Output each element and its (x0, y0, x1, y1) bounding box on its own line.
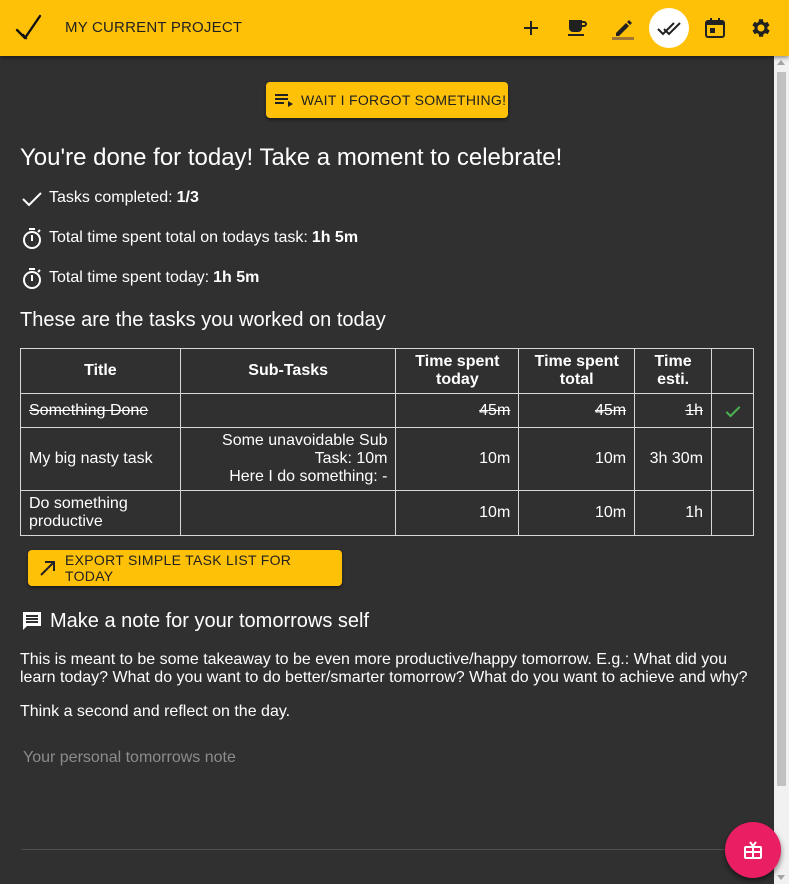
task-subtasks (179, 490, 397, 536)
note-heading-text: Make a note for your tomorrows self (50, 609, 370, 632)
forgot-something-label: WAIT I FORGOT SOMETHING! (301, 92, 507, 108)
task-estimate: 1h (634, 393, 713, 428)
check-icon (725, 405, 740, 417)
scrollbar-thumb[interactable] (777, 72, 786, 786)
table-header-row: Title Sub-Tasks Time spent today Time spe… (20, 348, 754, 394)
table-row: Something Done 45m 45m 1h (20, 393, 754, 428)
export-label: EXPORT SIMPLE TASK LIST FOR TODAY (65, 552, 292, 584)
task-done-cell (711, 427, 754, 491)
done-all-icon (657, 22, 681, 36)
app-logo-icon[interactable] (14, 14, 42, 42)
schedule-button[interactable] (695, 8, 735, 48)
work-view-button[interactable] (603, 8, 643, 48)
task-title: My big nasty task (20, 427, 181, 491)
stat-label: Total time spent today: (49, 269, 210, 286)
scroll-down-arrow-icon[interactable] (777, 875, 785, 880)
stat-value: 1h 5m (311, 229, 359, 246)
task-subtasks: Some unavoidable Sub Task: 10m Here I do… (179, 427, 397, 491)
task-time-today: 45m (395, 393, 520, 428)
settings-button[interactable] (741, 8, 781, 48)
note-description: This is meant to be some takeaway to be … (20, 651, 748, 686)
project-title[interactable]: MY CURRENT PROJECT (65, 19, 242, 36)
timer-icon (23, 268, 41, 289)
table-row: Do something productive 10m 10m 1h (20, 490, 754, 536)
tasks-heading: These are the tasks you worked on today (20, 309, 386, 331)
stat-label: Total time spent total on todays task: (49, 229, 308, 246)
stat-label: Tasks completed: (49, 189, 173, 206)
playlist-add-icon (275, 94, 293, 107)
task-subtasks (179, 393, 397, 428)
fab-gift-button[interactable] (725, 822, 781, 878)
tasks-table: Title Sub-Tasks Time spent today Time spe… (20, 348, 754, 536)
plus-icon (524, 21, 538, 35)
column-header-subtasks: Sub-Tasks (179, 348, 397, 394)
stat-value: 1h 5m (213, 269, 260, 286)
task-time-today: 10m (395, 490, 520, 536)
task-time-total: 10m (518, 490, 636, 536)
take-break-button[interactable] (557, 8, 597, 48)
task-title: Something Done (20, 393, 181, 428)
stat-tasks-completed: Tasks completed: 1/3 (20, 186, 199, 210)
top-toolbar: MY CURRENT PROJECT (0, 0, 789, 56)
note-reflect-text: Think a second and reflect on the day. (20, 703, 291, 720)
gift-icon (744, 841, 762, 859)
export-task-list-button[interactable]: EXPORT SIMPLE TASK LIST FOR TODAY (28, 550, 342, 586)
column-header-title: Title (20, 348, 181, 394)
pencil-icon (612, 20, 634, 40)
add-task-button[interactable] (511, 8, 551, 48)
gear-icon (752, 19, 770, 37)
vertical-scrollbar[interactable] (774, 56, 789, 884)
column-header-time-total: Time spent total (518, 348, 636, 394)
arrow-up-right-icon (40, 561, 55, 576)
coffee-icon (568, 20, 587, 36)
column-header-done (711, 348, 754, 394)
column-header-estimate: Time esti. (634, 348, 713, 394)
stat-value: 1/3 (176, 189, 199, 206)
task-estimate: 1h (634, 490, 713, 536)
check-icon (22, 192, 42, 207)
task-done-cell (711, 393, 754, 428)
note-heading: Make a note for your tomorrows self (20, 609, 369, 633)
table-row: My big nasty task Some unavoidable Sub T… (20, 427, 754, 491)
tomorrow-note-input[interactable] (22, 746, 752, 850)
task-title: Do something productive (20, 490, 181, 536)
task-estimate: 3h 30m (634, 427, 713, 491)
stat-time-today: Total time spent today: 1h 5m (20, 266, 259, 290)
timer-icon (23, 228, 41, 249)
daily-summary-content: WAIT I FORGOT SOMETHING! You're done for… (0, 56, 774, 884)
task-done-cell (711, 490, 754, 536)
column-header-time-today: Time spent today (395, 348, 520, 394)
daily-summary-button[interactable] (649, 8, 689, 48)
calendar-icon (705, 18, 725, 38)
celebrate-headline: You're done for today! Take a moment to … (20, 144, 563, 171)
comment-icon (23, 612, 41, 630)
task-time-total: 10m (518, 427, 636, 491)
task-time-total: 45m (518, 393, 636, 428)
forgot-something-button[interactable]: WAIT I FORGOT SOMETHING! (266, 82, 508, 118)
scroll-up-arrow-icon[interactable] (777, 60, 785, 65)
stat-time-total: Total time spent total on todays task: 1… (20, 226, 358, 250)
task-time-today: 10m (395, 427, 520, 491)
